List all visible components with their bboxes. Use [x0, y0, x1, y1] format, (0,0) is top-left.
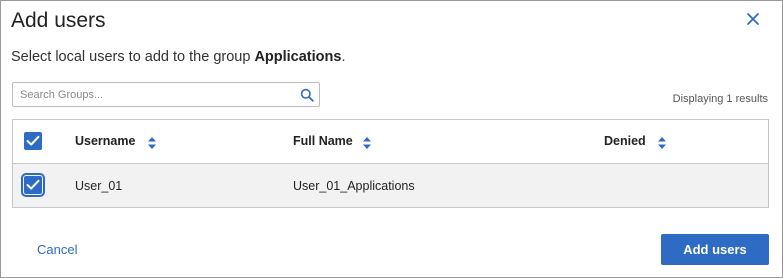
row-checkbox[interactable]: [21, 173, 45, 197]
add-users-dialog: Add users Select local users to add to t…: [0, 0, 783, 278]
checkmark-icon: [26, 135, 40, 146]
add-users-button[interactable]: Add users: [661, 234, 769, 265]
table-row[interactable]: User_01 User_01_Applications: [13, 164, 768, 207]
select-all-checkbox[interactable]: [24, 132, 42, 150]
cancel-button[interactable]: Cancel: [37, 242, 77, 257]
checkmark-icon: [26, 179, 40, 190]
column-header-full-name[interactable]: Full Name: [293, 134, 353, 148]
search-icon[interactable]: [300, 88, 314, 102]
column-header-denied[interactable]: Denied: [604, 134, 646, 148]
users-table: Username Full Name Denied User_01 User_0…: [12, 119, 769, 208]
cell-full-name: User_01_Applications: [293, 179, 415, 193]
sort-icon[interactable]: [362, 136, 372, 149]
search-box[interactable]: [12, 82, 320, 107]
close-icon[interactable]: [743, 9, 763, 29]
search-input[interactable]: [13, 83, 300, 106]
group-name: Applications: [254, 49, 342, 65]
cell-username: User_01: [75, 179, 123, 193]
column-header-username[interactable]: Username: [75, 134, 135, 148]
sort-icon[interactable]: [147, 136, 157, 149]
sort-icon[interactable]: [657, 136, 667, 149]
subtitle-text: Select local users to add to the group: [11, 49, 255, 65]
dialog-title: Add users: [11, 9, 106, 32]
table-header: Username Full Name Denied: [13, 120, 768, 164]
dialog-subtitle: Select local users to add to the group A…: [11, 49, 345, 65]
results-count: Displaying 1 results: [672, 93, 768, 105]
subtitle-period: .: [341, 49, 346, 65]
